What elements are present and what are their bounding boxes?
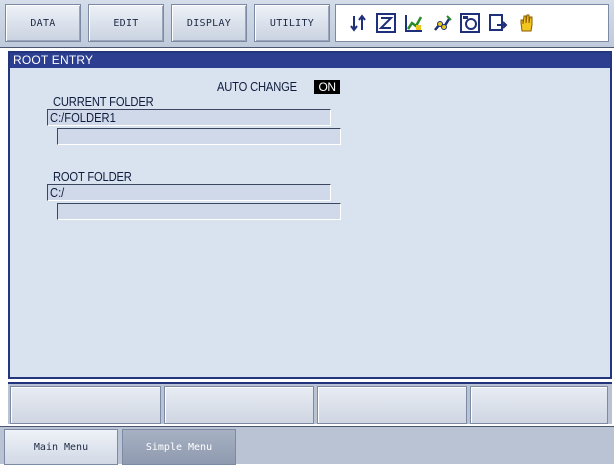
current-folder-field[interactable]: C:/FOLDER1 bbox=[47, 109, 331, 126]
current-folder-value: C:/FOLDER1 bbox=[50, 110, 116, 125]
z-box-icon bbox=[376, 13, 396, 33]
root-folder-field[interactable]: C:/ bbox=[47, 184, 331, 201]
arrow-out-icon bbox=[489, 14, 508, 31]
menu-data-button[interactable]: DATA bbox=[5, 4, 81, 42]
current-folder-label: CURRENT FOLDER bbox=[53, 94, 154, 109]
auto-change-toggle[interactable]: ON bbox=[314, 80, 340, 94]
robot-icon bbox=[434, 15, 452, 31]
root-entry-window: ROOT ENTRY AUTO CHANGE ON CURRENT FOLDER… bbox=[8, 51, 612, 379]
function-key-3[interactable] bbox=[317, 386, 467, 424]
menu-utility-button[interactable]: UTILITY bbox=[254, 4, 330, 42]
function-key-2[interactable] bbox=[164, 386, 314, 424]
teach-pendant-screen: DATA EDIT DISPLAY UTILITY ROOT ENTRY AUT… bbox=[0, 0, 614, 465]
simple-menu-tab[interactable]: Simple Menu bbox=[122, 429, 236, 465]
function-key-4[interactable] bbox=[470, 386, 608, 424]
root-folder-field-2[interactable] bbox=[57, 203, 341, 220]
menu-edit-button[interactable]: EDIT bbox=[88, 4, 164, 42]
auto-change-label: AUTO CHANGE bbox=[217, 79, 297, 94]
graph-icon bbox=[405, 15, 423, 32]
current-folder-field-2[interactable] bbox=[57, 128, 341, 145]
hand-icon bbox=[520, 14, 533, 32]
two-way-arrows-icon bbox=[348, 13, 368, 33]
window-title: ROOT ENTRY bbox=[10, 53, 610, 68]
bottom-tab-bar: Main Menu Simple Menu bbox=[0, 426, 614, 465]
status-icon-area bbox=[335, 4, 609, 42]
root-folder-value: C:/ bbox=[50, 185, 65, 200]
root-folder-label: ROOT FOLDER bbox=[53, 169, 132, 184]
top-menu-bar: DATA EDIT DISPLAY UTILITY bbox=[0, 0, 614, 48]
menu-display-button[interactable]: DISPLAY bbox=[171, 4, 247, 42]
main-menu-tab[interactable]: Main Menu bbox=[4, 429, 118, 465]
circle-icon bbox=[460, 13, 480, 33]
function-key-row bbox=[8, 382, 612, 424]
function-key-1[interactable] bbox=[10, 386, 161, 424]
